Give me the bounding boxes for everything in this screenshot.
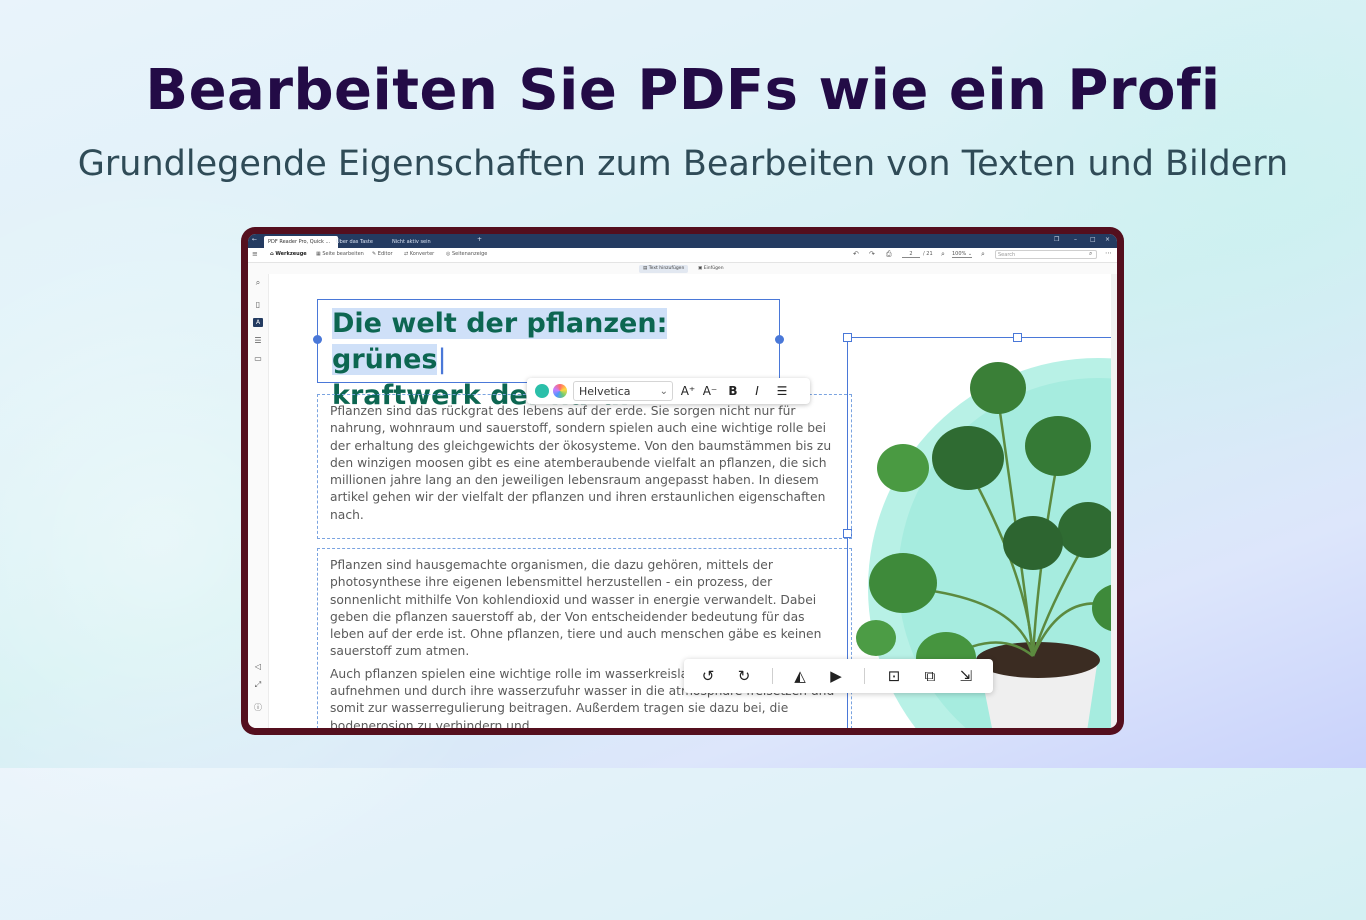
- tab-pdf-reader[interactable]: PDF Reader Pro, Quick ...: [264, 236, 338, 248]
- toolbar-item-label: Werkzeuge: [275, 251, 307, 257]
- toolbar-item-seitenanzeige[interactable]: ◎ Seitenanzeige: [446, 251, 487, 257]
- flip-horizontal-icon[interactable]: ◭: [790, 666, 810, 686]
- text-format-toolbar: Helvetica ⌄ A⁺ A⁻ B I ☰: [527, 378, 810, 404]
- font-family-value: Helvetica: [579, 385, 631, 398]
- zoom-out-icon[interactable]: ⌕: [941, 250, 945, 259]
- search-icon[interactable]: ⌕: [253, 278, 263, 288]
- rotate-right-icon[interactable]: ↻: [734, 666, 754, 686]
- page-number-input[interactable]: 2: [902, 251, 920, 258]
- undo-icon[interactable]: ↶: [853, 250, 859, 258]
- close-icon[interactable]: ×: [1105, 236, 1110, 243]
- bold-button[interactable]: B: [725, 381, 741, 401]
- export-image-icon[interactable]: ⇲: [956, 666, 976, 686]
- add-text-button[interactable]: ▤ Text hinzufügen: [639, 265, 689, 273]
- bookmark-icon[interactable]: ▭: [253, 354, 263, 363]
- italic-button[interactable]: I: [749, 381, 765, 401]
- text-edit-icon[interactable]: A: [253, 318, 263, 327]
- selection-handle-left[interactable]: [313, 335, 322, 344]
- redo-icon[interactable]: ↷: [869, 250, 875, 258]
- toolbar-item-seite-bearbeiten[interactable]: ▦ Seite bearbeiten: [316, 251, 364, 257]
- add-text-label: Text hinzufügen: [648, 266, 685, 271]
- maximize-icon[interactable]: □: [1090, 236, 1096, 243]
- paragraph-text: Pflanzen sind hausgemachte organismen, d…: [330, 558, 822, 659]
- resize-handle[interactable]: [1013, 333, 1022, 342]
- headline-textbox[interactable]: Die welt der pflanzen: grünes| kraftwerk …: [317, 299, 780, 411]
- toolbar-item-konverter[interactable]: ⇄ Konverter: [404, 251, 434, 257]
- replace-image-icon[interactable]: ⧉: [920, 666, 940, 686]
- align-center-icon[interactable]: ☰: [773, 381, 791, 401]
- document-page: Die welt der pflanzen: grünes| kraftwerk …: [269, 274, 1111, 728]
- expand-icon[interactable]: ⤢: [253, 680, 263, 690]
- chevron-down-icon: ⌄: [967, 251, 973, 257]
- zoom-in-icon[interactable]: ⌕: [981, 250, 985, 259]
- headline-line-1: Die welt der pflanzen: grünes: [332, 308, 668, 375]
- paragraph-textbox[interactable]: Pflanzen sind das rückgrat des lebens au…: [317, 394, 852, 539]
- rotate-left-icon[interactable]: ↺: [698, 666, 718, 686]
- toolbar-item-label: Seite bearbeiten: [322, 251, 364, 257]
- toolbar-item-label: Konverter: [409, 251, 435, 257]
- speaker-icon[interactable]: ◁: [253, 662, 263, 671]
- toolbar-item-editor[interactable]: ✎ Editor: [372, 251, 393, 257]
- menu-icon[interactable]: ≡: [252, 250, 258, 258]
- hero-subtitle: Grundlegende Eigenschaften zum Bearbeite…: [77, 144, 1289, 184]
- tab-about[interactable]: Über das Taste: [332, 236, 392, 248]
- hero-title: Bearbeiten Sie PDFs wie ein Profi: [145, 58, 1221, 123]
- divider: [864, 668, 865, 684]
- chevron-down-icon: ⌄: [659, 386, 668, 397]
- new-tab-button[interactable]: +: [477, 236, 482, 243]
- right-scroll-area[interactable]: [1111, 274, 1117, 728]
- text-cursor: |: [437, 344, 447, 375]
- image-toolbar: ↺ ↻ ◭ ▶ ⊡ ⧉ ⇲: [684, 659, 993, 693]
- insert-image-label: Einfügen: [703, 266, 724, 271]
- left-sidebar: ⌕ ▯ A ☰ ▭ ‹ ◁ ⤢ ⓘ: [248, 274, 272, 728]
- toolbar-item-werkzeuge[interactable]: ⌂ Werkzeuge: [270, 251, 307, 257]
- search-input[interactable]: Search: [995, 250, 1097, 259]
- zoom-value: 100%: [952, 251, 967, 257]
- font-family-select[interactable]: Helvetica ⌄: [573, 381, 673, 401]
- insert-image-button[interactable]: ▣ Einfügen: [694, 265, 728, 273]
- text-color-swatch[interactable]: [535, 384, 549, 398]
- app-window: ← PDF Reader Pro, Quick ... Über das Tas…: [248, 234, 1117, 728]
- more-icon[interactable]: ⋯: [1105, 249, 1112, 257]
- window-titlebar: ← PDF Reader Pro, Quick ... Über das Tas…: [248, 234, 1117, 248]
- page-icon[interactable]: ▯: [253, 300, 263, 309]
- toolbar-item-label: Editor: [377, 251, 393, 257]
- restore-icon[interactable]: ❐: [1054, 236, 1059, 243]
- decrease-font-button[interactable]: A⁻: [701, 381, 719, 401]
- back-icon[interactable]: ←: [252, 236, 257, 243]
- device-frame: ← PDF Reader Pro, Quick ... Über das Tas…: [241, 227, 1124, 735]
- selection-handle-right[interactable]: [775, 335, 784, 344]
- print-icon[interactable]: ⎙: [886, 250, 892, 259]
- zoom-select[interactable]: 100% ⌄: [952, 251, 973, 258]
- main-toolbar: ≡ ⌂ Werkzeuge ▦ Seite bearbeiten ✎ Edito…: [248, 248, 1117, 263]
- list-icon[interactable]: ☰: [253, 336, 263, 345]
- divider: [772, 668, 773, 684]
- crop-icon[interactable]: ⊡: [884, 666, 904, 686]
- paragraph-text: Pflanzen sind das rückgrat des lebens au…: [330, 404, 832, 522]
- minimize-icon[interactable]: –: [1074, 236, 1077, 243]
- tab-inactive[interactable]: Nicht aktiv sein: [388, 236, 466, 248]
- search-icon[interactable]: ⌕: [1089, 250, 1092, 258]
- color-picker-icon[interactable]: [553, 384, 567, 398]
- info-icon[interactable]: ⓘ: [253, 702, 263, 713]
- resize-handle[interactable]: [843, 333, 852, 342]
- page-total: / 21: [923, 251, 933, 257]
- increase-font-button[interactable]: A⁺: [679, 381, 697, 401]
- flip-vertical-icon[interactable]: ▶: [826, 666, 846, 686]
- toolbar-item-label: Seitenanzeige: [451, 251, 488, 257]
- paragraph-textbox[interactable]: Pflanzen sind hausgemachte organismen, d…: [317, 548, 852, 728]
